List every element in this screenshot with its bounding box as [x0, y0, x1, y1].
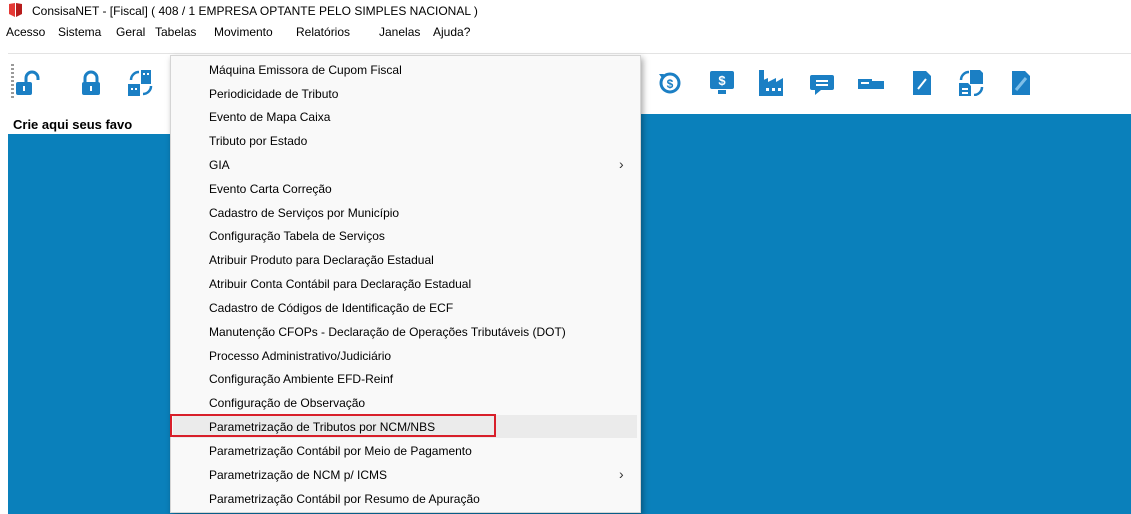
menu-item-label: Máquina Emissora de Cupom Fiscal	[209, 63, 402, 77]
menu-item-configuracao-tabela-servicos[interactable]: Configuração Tabela de Serviços	[173, 224, 637, 247]
menu-item-manutencao-cfops[interactable]: Manutenção CFOPs - Declaração de Operaçõ…	[173, 320, 637, 343]
money-refresh-icon[interactable]: $	[658, 70, 684, 96]
document-edit-icon[interactable]	[1008, 70, 1034, 96]
menu-item-label: Cadastro de Serviços por Município	[209, 206, 400, 220]
menu-item-configuracao-efd-reinf[interactable]: Configuração Ambiente EFD-Reinf	[173, 367, 637, 390]
menu-item-evento-mapa-caixa[interactable]: Evento de Mapa Caixa	[173, 105, 637, 128]
menu-item-label: Processo Administrativo/Judiciário	[209, 349, 392, 363]
menu-item-evento-carta-correcao[interactable]: Evento Carta Correção	[173, 177, 637, 200]
menu-item-parametrizacao-tributos-ncm-nbs[interactable]: Parametrização de Tributos por NCM/NBS	[173, 415, 637, 438]
menu-tabelas[interactable]: Tabelas	[155, 25, 196, 39]
money-monitor-icon[interactable]: $	[709, 70, 735, 96]
document-icon[interactable]	[908, 70, 934, 96]
menu-item-processo-administrativo[interactable]: Processo Administrativo/Judiciário	[173, 344, 637, 367]
menu-item-label: GIA	[209, 158, 230, 172]
favorites-panel	[8, 114, 170, 514]
menu-item-atribuir-produto[interactable]: Atribuir Produto para Declaração Estadua…	[173, 248, 637, 271]
menu-item-label: Evento de Mapa Caixa	[209, 110, 331, 124]
tabelas-dropdown-menu: Máquina Emissora de Cupom Fiscal Periodi…	[170, 55, 641, 513]
menu-item-configuracao-observacao[interactable]: Configuração de Observação	[173, 391, 637, 414]
menu-geral[interactable]: Geral	[116, 25, 145, 39]
menu-acesso[interactable]: Acesso	[6, 25, 45, 39]
chevron-right-icon: ›	[619, 466, 624, 482]
menu-item-label: Cadastro de Códigos de Identificação de …	[209, 301, 454, 315]
menu-item-label: Periodicidade de Tributo	[209, 87, 339, 101]
menu-item-label: Configuração de Observação	[209, 396, 366, 410]
users-icon[interactable]	[858, 70, 884, 96]
consisanet-logo-icon	[9, 3, 22, 17]
svg-text:$: $	[667, 77, 674, 91]
menu-item-gia[interactable]: GIA ›	[173, 153, 637, 176]
lock-icon[interactable]	[78, 70, 104, 96]
menu-movimento[interactable]: Movimento	[214, 25, 273, 39]
menu-item-tributo-por-estado[interactable]: Tributo por Estado	[173, 129, 637, 152]
menu-sistema[interactable]: Sistema	[58, 25, 101, 39]
menu-item-atribuir-conta-contabil[interactable]: Atribuir Conta Contábil para Declaração …	[173, 272, 637, 295]
building-refresh-icon[interactable]	[128, 70, 154, 96]
menu-item-label: Parametrização Contábil por Meio de Paga…	[209, 444, 472, 458]
menu-item-label: Parametrização de NCM p/ ICMS	[209, 468, 388, 482]
menu-item-parametrizacao-contabil-pagamento[interactable]: Parametrização Contábil por Meio de Paga…	[173, 439, 637, 462]
menu-bar: Acesso Sistema Geral Tabelas Movimento R…	[0, 22, 1131, 42]
menu-item-label: Atribuir Conta Contábil para Declaração …	[209, 277, 472, 291]
menu-item-parametrizacao-contabil-apuracao[interactable]: Parametrização Contábil por Resumo de Ap…	[173, 487, 637, 510]
menu-item-label: Evento Carta Correção	[209, 182, 332, 196]
menu-item-maquina-emissora[interactable]: Máquina Emissora de Cupom Fiscal	[173, 58, 637, 81]
menu-item-label: Parametrização Contábil por Resumo de Ap…	[209, 492, 480, 506]
menu-item-cadastro-servicos-municipio[interactable]: Cadastro de Serviços por Município	[173, 201, 637, 224]
menu-item-periodicidade-tributo[interactable]: Periodicidade de Tributo	[173, 82, 637, 105]
chevron-right-icon: ›	[619, 156, 624, 172]
window-title: ConsisaNET - [Fiscal] ( 408 / 1 EMPRESA …	[32, 4, 478, 18]
menu-item-parametrizacao-ncm-icms[interactable]: Parametrização de NCM p/ ICMS ›	[173, 463, 637, 486]
title-bar: ConsisaNET - [Fiscal] ( 408 / 1 EMPRESA …	[0, 0, 1131, 22]
menu-janelas[interactable]: Janelas	[379, 25, 420, 39]
menu-item-label: Configuração Tabela de Serviços	[209, 229, 385, 243]
menu-item-label: Tributo por Estado	[209, 134, 308, 148]
menu-item-cadastro-codigos-ecf[interactable]: Cadastro de Códigos de Identificação de …	[173, 296, 637, 319]
unlock-icon[interactable]	[14, 70, 40, 96]
factory-icon[interactable]	[758, 70, 784, 96]
menu-relatorios[interactable]: Relatórios	[296, 25, 350, 39]
menu-item-label: Parametrização de Tributos por NCM/NBS	[209, 420, 436, 434]
menu-item-label: Atribuir Produto para Declaração Estadua…	[209, 253, 434, 267]
menu-item-label: Manutenção CFOPs - Declaração de Operaçõ…	[209, 325, 566, 339]
message-icon[interactable]	[809, 70, 835, 96]
menu-item-label: Configuração Ambiente EFD-Reinf	[209, 372, 394, 386]
favorites-header: Crie aqui seus favo	[8, 114, 171, 134]
menu-ajuda[interactable]: Ajuda?	[433, 25, 470, 39]
favorites-label: Crie aqui seus favo	[13, 117, 133, 132]
svg-text:$: $	[718, 73, 726, 88]
document-refresh-icon[interactable]	[958, 70, 984, 96]
